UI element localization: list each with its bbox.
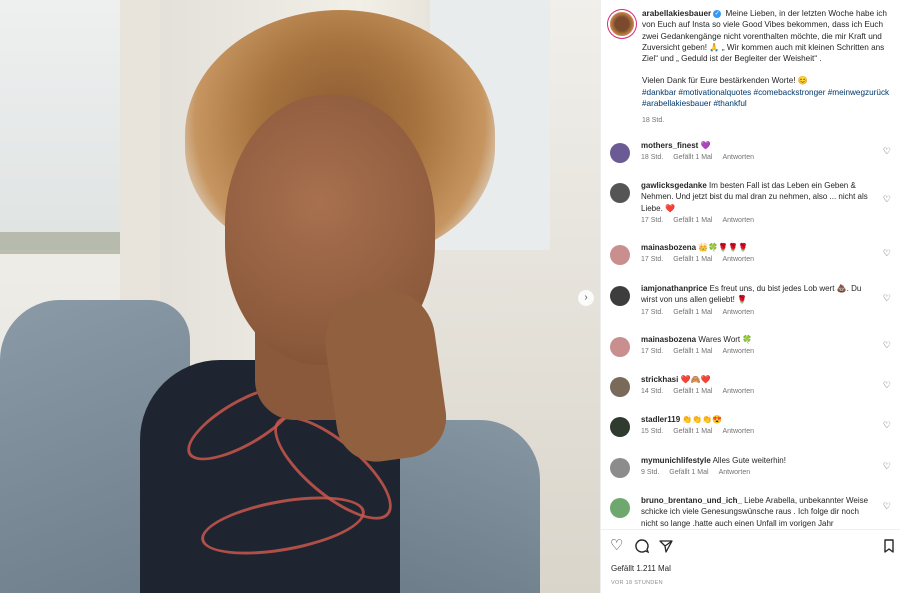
comment-avatar[interactable] bbox=[610, 143, 630, 163]
comment-age: 15 Std. bbox=[641, 428, 664, 436]
comment-text: Alles Gute weiterhin! bbox=[712, 456, 786, 465]
heart-icon[interactable]: ♡ bbox=[883, 194, 891, 205]
comment-avatar[interactable] bbox=[610, 417, 630, 437]
comment-likes[interactable]: Gefällt 1 Mal bbox=[673, 217, 712, 224]
heart-icon[interactable]: ♡ bbox=[883, 146, 891, 157]
reply-button[interactable]: Antworten bbox=[722, 388, 754, 395]
bookmark-icon[interactable] bbox=[881, 538, 897, 554]
comment-item: bruno_brentano_und_ich_ Liebe Arabella, … bbox=[610, 495, 895, 529]
reply-button[interactable]: Antworten bbox=[722, 348, 754, 355]
comment-age: 18 Std. bbox=[641, 154, 664, 162]
comment-item: strickhasi ❤️🙈❤️ 14 Std. Gefällt 1 Mal Ant… bbox=[610, 374, 895, 397]
heart-icon[interactable]: ♡ bbox=[883, 461, 891, 472]
comment-avatar[interactable] bbox=[610, 377, 630, 397]
heart-icon[interactable]: ♡ bbox=[883, 340, 891, 351]
like-count[interactable]: Gefällt 1.211 Mal bbox=[611, 564, 671, 573]
comment-avatar[interactable] bbox=[610, 337, 630, 357]
heart-icon[interactable]: ♡ bbox=[883, 248, 891, 259]
heart-icon[interactable]: ♡ bbox=[883, 501, 891, 512]
comment-text: 👏👏👏😍 bbox=[682, 415, 723, 424]
post-actions: ♡ Gefällt 1.211 Mal VOR 18 STUNDEN bbox=[601, 529, 900, 594]
post-timestamp: VOR 18 STUNDEN bbox=[611, 580, 663, 586]
caption-hashtags[interactable]: #dankbar #motivationalquotes #comebackst… bbox=[642, 87, 895, 110]
comment-avatar[interactable] bbox=[610, 245, 630, 265]
comment-avatar[interactable] bbox=[610, 183, 630, 203]
share-icon[interactable] bbox=[658, 538, 674, 554]
heart-icon[interactable]: ♡ bbox=[883, 420, 891, 431]
comment-username[interactable]: strickhasi bbox=[641, 375, 678, 384]
comment-username[interactable]: mymunichlifestyle bbox=[641, 456, 711, 465]
reply-button[interactable]: Antworten bbox=[722, 154, 754, 161]
comment-age: 17 Std. bbox=[641, 216, 664, 224]
comment-item: stadler119 👏👏👏😍 15 Std. Gefällt 1 Mal Antw… bbox=[610, 414, 895, 437]
caption-age: 18 Std. bbox=[642, 117, 665, 125]
comment-username[interactable]: stadler119 bbox=[641, 415, 680, 424]
comment-item: mymunichlifestyle Alles Gute weiterhin! … bbox=[610, 455, 895, 478]
comment-likes[interactable]: Gefällt 1 Mal bbox=[673, 154, 712, 161]
comment-item: mainasbozena Wares Wort 🍀 17 Std. Gefällt… bbox=[610, 334, 895, 357]
comment-username[interactable]: iamjonathanprice bbox=[641, 284, 707, 293]
reply-button[interactable]: Antworten bbox=[719, 469, 751, 476]
chevron-right-icon[interactable]: › bbox=[578, 290, 594, 306]
comment-text: ❤️🙈❤️ bbox=[680, 375, 711, 384]
comment-age: 9 Std. bbox=[641, 469, 660, 477]
verified-icon: ✓ bbox=[713, 9, 722, 18]
comment-item: mothers_finest 💜 18 Std. Gefällt 1 Mal Ant… bbox=[610, 140, 895, 163]
comment-age: 17 Std. bbox=[641, 308, 664, 316]
reply-button[interactable]: Antworten bbox=[722, 256, 754, 263]
comment-text: 👑🍀🌹🌹🌹 bbox=[698, 243, 749, 252]
comment-avatar[interactable] bbox=[610, 458, 630, 478]
comment-age: 17 Std. bbox=[641, 348, 664, 356]
heart-icon[interactable]: ♡ bbox=[610, 538, 626, 554]
author-avatar[interactable] bbox=[610, 12, 634, 36]
comment-username[interactable]: mainasbozena bbox=[641, 243, 696, 252]
comment-item: mainasbozena 👑🍀🌹🌹🌹 17 Std. Gefällt 1 Mal A… bbox=[610, 242, 895, 265]
comment-icon[interactable] bbox=[634, 538, 650, 554]
comment-username[interactable]: mothers_finest bbox=[641, 141, 698, 150]
comment-avatar[interactable] bbox=[610, 286, 630, 306]
comment-avatar[interactable] bbox=[610, 498, 630, 518]
comment-likes[interactable]: Gefällt 1 Mal bbox=[669, 469, 708, 476]
comment-age: 14 Std. bbox=[641, 388, 664, 396]
heart-icon[interactable]: ♡ bbox=[883, 380, 891, 391]
author-username[interactable]: arabellakiesbauer bbox=[642, 9, 711, 18]
comment-likes[interactable]: Gefällt 1 Mal bbox=[673, 428, 712, 435]
post-photo[interactable]: › bbox=[0, 0, 600, 593]
comment-likes[interactable]: Gefällt 1 Mal bbox=[673, 388, 712, 395]
post-sidebar: arabellakiesbauer ✓ Meine Lieben, in der … bbox=[600, 0, 900, 594]
reply-button[interactable]: Antworten bbox=[722, 217, 754, 224]
reply-button[interactable]: Antworten bbox=[722, 428, 754, 435]
post-caption: arabellakiesbauer ✓ Meine Lieben, in der … bbox=[610, 8, 895, 127]
comment-item: iamjonathanprice Es freut uns, du bist j… bbox=[610, 283, 895, 316]
reply-button[interactable]: Antworten bbox=[722, 309, 754, 316]
comment-item: gawlicksgedanke Im besten Fall ist das L… bbox=[610, 180, 895, 224]
caption-thanks: Vielen Dank für Eure bestärkenden Worte!… bbox=[642, 76, 808, 86]
comment-likes[interactable]: Gefällt 1 Mal bbox=[673, 309, 712, 316]
comment-likes[interactable]: Gefällt 1 Mal bbox=[673, 348, 712, 355]
comment-username[interactable]: gawlicksgedanke bbox=[641, 181, 707, 190]
comment-username[interactable]: mainasbozena bbox=[641, 335, 696, 344]
comment-username[interactable]: bruno_brentano_und_ich_ bbox=[641, 496, 742, 505]
heart-icon[interactable]: ♡ bbox=[883, 293, 891, 304]
comment-age: 17 Std. bbox=[641, 256, 664, 264]
comment-text: 💜 bbox=[700, 141, 711, 150]
comment-likes[interactable]: Gefällt 1 Mal bbox=[673, 256, 712, 263]
comment-text: Wares Wort 🍀 bbox=[698, 335, 753, 344]
